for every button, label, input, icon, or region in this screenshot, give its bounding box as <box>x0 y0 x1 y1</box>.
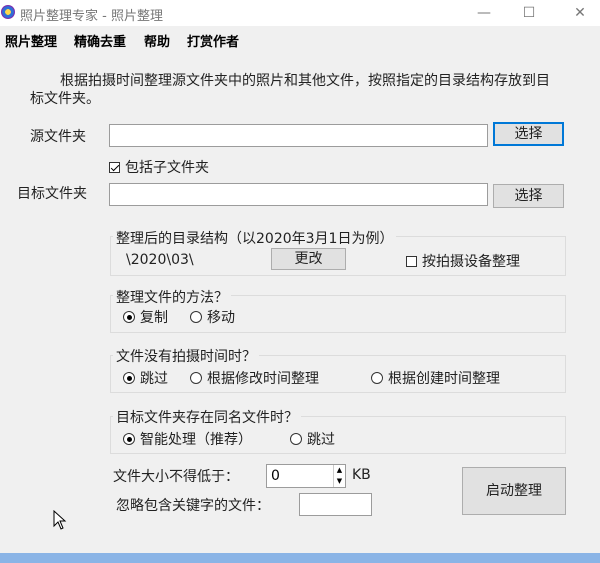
method-move-label: 移动 <box>207 310 235 326</box>
by-device-label: 按拍摄设备整理 <box>422 254 520 270</box>
target-folder-label: 目标文件夹 <box>17 186 87 202</box>
conflict-skip-label: 跳过 <box>307 432 335 448</box>
title-bar: 照片整理专家 - 照片整理 — ☐ ✕ <box>0 0 600 26</box>
source-folder-input[interactable] <box>109 124 488 147</box>
menu-dedupe[interactable]: 精确去重 <box>74 31 126 50</box>
start-organize-button[interactable]: 启动整理 <box>462 467 566 515</box>
menu-photo-organize[interactable]: 照片整理 <box>5 31 57 50</box>
bottom-strip <box>0 553 600 563</box>
by-device-checkbox[interactable]: 按拍摄设备整理 <box>406 251 520 271</box>
app-logo-icon <box>1 5 15 19</box>
radio-selected-icon[interactable] <box>123 372 135 384</box>
include-subfolders-checkbox[interactable]: 包括子文件夹 <box>109 157 209 177</box>
no-time-skip-label: 跳过 <box>140 371 168 387</box>
radio-unselected-icon[interactable] <box>190 311 202 323</box>
radio-selected-icon[interactable] <box>123 311 135 323</box>
window-title: 照片整理专家 - 照片整理 <box>20 9 163 24</box>
method-copy-radio[interactable]: 复制 <box>123 307 168 327</box>
maximize-button[interactable]: ☐ <box>509 3 549 23</box>
min-size-label: 文件大小不得低于： <box>113 469 239 485</box>
no-time-created-label: 根据创建时间整理 <box>388 371 500 387</box>
include-subfolders-label: 包括子文件夹 <box>125 160 209 176</box>
checkbox-checked-icon[interactable] <box>109 161 120 173</box>
stepper-up-icon[interactable]: ▲ <box>334 465 345 476</box>
radio-unselected-icon[interactable] <box>190 372 202 384</box>
stepper-down-icon[interactable]: ▼ <box>334 476 345 487</box>
min-size-stepper[interactable]: 0 ▲ ▼ <box>266 464 346 488</box>
source-folder-label: 源文件夹 <box>30 129 86 145</box>
no-time-created-radio[interactable]: 根据创建时间整理 <box>371 368 500 388</box>
minimize-button[interactable]: — <box>464 3 504 23</box>
conflict-skip-radio[interactable]: 跳过 <box>290 429 335 449</box>
target-select-button[interactable]: 选择 <box>493 184 564 208</box>
conflict-group-title: 目标文件夹存在同名文件时？ <box>113 407 301 427</box>
conflict-smart-label: 智能处理（推荐） <box>140 432 252 448</box>
mouse-cursor-icon <box>53 510 67 530</box>
method-move-radio[interactable]: 移动 <box>190 307 235 327</box>
source-select-button[interactable]: 选择 <box>493 122 564 146</box>
conflict-smart-radio[interactable]: 智能处理（推荐） <box>123 429 252 449</box>
structure-group-title: 整理后的目录结构（以2020年3月1日为例） <box>113 228 397 248</box>
stepper-arrows[interactable]: ▲ ▼ <box>333 465 345 487</box>
menu-donate[interactable]: 打赏作者 <box>187 31 239 50</box>
method-copy-label: 复制 <box>140 310 168 326</box>
no-time-skip-radio[interactable]: 跳过 <box>123 368 168 388</box>
no-time-modified-label: 根据修改时间整理 <box>207 371 319 387</box>
close-button[interactable]: ✕ <box>560 3 600 23</box>
radio-unselected-icon[interactable] <box>290 433 302 445</box>
checkbox-unchecked-icon[interactable] <box>406 255 417 267</box>
no-time-group-title: 文件没有拍摄时间时？ <box>113 346 259 366</box>
change-structure-button[interactable]: 更改 <box>271 248 346 270</box>
min-size-unit: KB <box>352 467 371 483</box>
ignore-keyword-label: 忽略包含关键字的文件： <box>116 498 270 514</box>
method-group-title: 整理文件的方法？ <box>113 287 231 307</box>
min-size-value: 0 <box>271 468 280 484</box>
radio-selected-icon[interactable] <box>123 433 135 445</box>
no-time-modified-radio[interactable]: 根据修改时间整理 <box>190 368 319 388</box>
description-text: 根据拍摄时间整理源文件夹中的照片和其他文件，按照指定的目录结构存放到目标文件夹。 <box>30 73 550 107</box>
menu-help[interactable]: 帮助 <box>144 31 170 50</box>
target-folder-input[interactable] <box>109 183 488 206</box>
structure-example: \2020\03\ <box>126 252 194 268</box>
ignore-keyword-input[interactable] <box>299 493 372 516</box>
radio-unselected-icon[interactable] <box>371 372 383 384</box>
menu-bar: 照片整理 精确去重 帮助 打赏作者 <box>0 28 600 50</box>
